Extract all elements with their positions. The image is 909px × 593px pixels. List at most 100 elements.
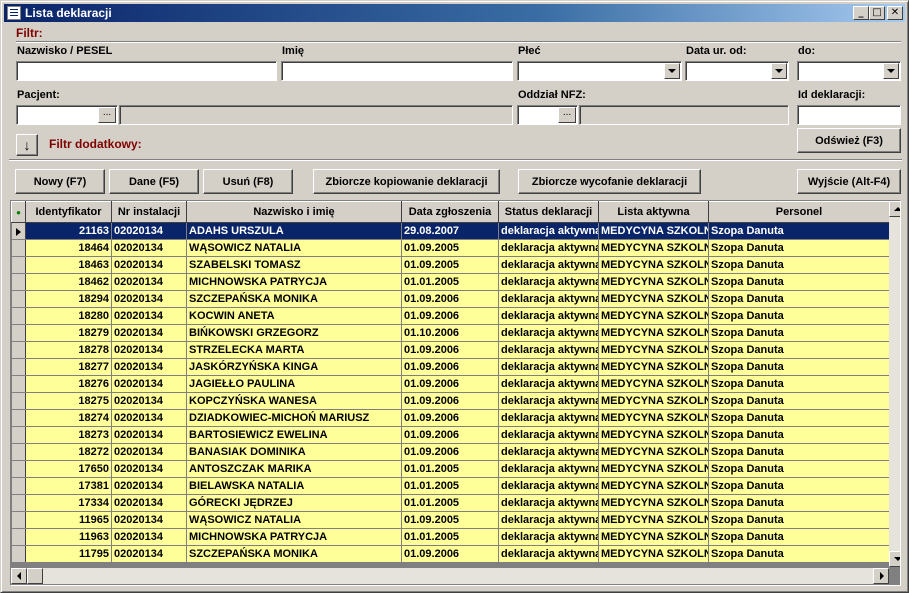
cell-identyfikator[interactable]: 18278 xyxy=(25,341,112,359)
cell-nazwisko[interactable]: MICHNOWSKA PATRYCJA xyxy=(186,528,402,546)
cell-nr-instalacji[interactable]: 02020134 xyxy=(111,426,187,444)
table-row[interactable]: 18463 02020134 SZABELSKI TOMASZ 01.09.2005 d… xyxy=(11,256,900,274)
cell-data-zgloszenia[interactable]: 01.01.2005 xyxy=(401,528,499,546)
maximize-button[interactable]: □ xyxy=(869,6,885,20)
cell-identyfikator[interactable]: 11963 xyxy=(25,528,112,546)
cell-data-zgloszenia[interactable]: 01.01.2005 xyxy=(401,273,499,291)
chevron-down-icon[interactable] xyxy=(664,63,680,79)
cell-data-zgloszenia[interactable]: 01.09.2005 xyxy=(401,256,499,274)
table-row[interactable]: 18277 02020134 JASKÓRZYŃSKA KINGA 01.09.200… xyxy=(11,358,900,376)
cell-data-zgloszenia[interactable]: 01.09.2006 xyxy=(401,358,499,376)
cell-nazwisko[interactable]: MICHNOWSKA PATRYCJA xyxy=(186,273,402,291)
cell-personel[interactable]: Szopa Danuta xyxy=(708,392,890,410)
table-row[interactable]: 18280 02020134 KOCWIN ANETA 01.09.2006 dekla… xyxy=(11,307,900,325)
table-row[interactable]: 17381 02020134 BIELAWSKA NATALIA 01.01.2005… xyxy=(11,477,900,495)
cell-personel[interactable]: Szopa Danuta xyxy=(708,222,890,240)
cell-status[interactable]: deklaracja aktywna xyxy=(498,375,599,393)
cell-lista-aktywna[interactable]: MEDYCYNA SZKOLNA xyxy=(598,341,709,359)
cell-personel[interactable]: Szopa Danuta xyxy=(708,528,890,546)
cell-nr-instalacji[interactable]: 02020134 xyxy=(111,528,187,546)
cell-nr-instalacji[interactable]: 02020134 xyxy=(111,222,187,240)
cell-personel[interactable]: Szopa Danuta xyxy=(708,375,890,393)
row-indicator[interactable] xyxy=(11,392,26,410)
refresh-button[interactable]: Odśwież (F3) xyxy=(797,128,901,153)
cell-personel[interactable]: Szopa Danuta xyxy=(708,239,890,257)
bulk-copy-button[interactable]: Zbiorcze kopiowanie deklaracji xyxy=(313,169,500,194)
row-indicator[interactable] xyxy=(11,222,26,240)
cell-identyfikator[interactable]: 18272 xyxy=(25,443,112,461)
cell-lista-aktywna[interactable]: MEDYCYNA SZKOLNA xyxy=(598,494,709,512)
data-do-select[interactable] xyxy=(797,61,901,81)
row-indicator[interactable] xyxy=(11,511,26,529)
cell-nazwisko[interactable]: KOPCZYŃSKA WANESA xyxy=(186,392,402,410)
title-bar[interactable]: Lista deklaracji _ □ ✕ xyxy=(4,4,905,22)
cell-status[interactable]: deklaracja aktywna xyxy=(498,545,599,563)
table-row[interactable]: 18279 02020134 BIŃKOWSKI GRZEGORZ 01.10.200… xyxy=(11,324,900,342)
cell-lista-aktywna[interactable]: MEDYCYNA SZKOLNA xyxy=(598,239,709,257)
cell-nazwisko[interactable]: STRZELECKA MARTA xyxy=(186,341,402,359)
cell-status[interactable]: deklaracja aktywna xyxy=(498,477,599,495)
cell-data-zgloszenia[interactable]: 01.10.2006 xyxy=(401,324,499,342)
plec-select[interactable] xyxy=(517,61,682,81)
cell-status[interactable]: deklaracja aktywna xyxy=(498,273,599,291)
row-indicator[interactable] xyxy=(11,443,26,461)
cell-personel[interactable]: Szopa Danuta xyxy=(708,290,890,308)
table-row[interactable]: 11963 02020134 MICHNOWSKA PATRYCJA 01.01.20… xyxy=(11,528,900,546)
row-indicator[interactable] xyxy=(11,545,26,563)
row-indicator[interactable] xyxy=(11,477,26,495)
cell-nazwisko[interactable]: ADAHS URSZULA xyxy=(186,222,402,240)
column-header[interactable]: Status deklaracji xyxy=(498,201,599,223)
cell-personel[interactable]: Szopa Danuta xyxy=(708,273,890,291)
cell-nazwisko[interactable]: KOCWIN ANETA xyxy=(186,307,402,325)
cell-nazwisko[interactable]: JAGIEŁŁO PAULINA xyxy=(186,375,402,393)
cell-nazwisko[interactable]: BANASIAK DOMINIKA xyxy=(186,443,402,461)
cell-status[interactable]: deklaracja aktywna xyxy=(498,392,599,410)
cell-nr-instalacji[interactable]: 02020134 xyxy=(111,273,187,291)
cell-nazwisko[interactable]: DZIADKOWIEC-MICHOŃ MARIUSZ xyxy=(186,409,402,427)
cell-status[interactable]: deklaracja aktywna xyxy=(498,409,599,427)
exit-button[interactable]: Wyjście (Alt-F4) xyxy=(797,169,901,194)
cell-nr-instalacji[interactable]: 02020134 xyxy=(111,511,187,529)
new-button[interactable]: Nowy (F7) xyxy=(15,169,105,194)
cell-personel[interactable]: Szopa Danuta xyxy=(708,511,890,529)
cell-nazwisko[interactable]: SZCZEPAŃSKA MONIKA xyxy=(186,545,402,563)
cell-data-zgloszenia[interactable]: 01.09.2006 xyxy=(401,341,499,359)
bulk-withdraw-button[interactable]: Zbiorcze wycofanie deklaracji xyxy=(518,169,701,194)
cell-nazwisko[interactable]: BARTOSIEWICZ EWELINA xyxy=(186,426,402,444)
table-row[interactable]: 18464 02020134 WĄSOWICZ NATALIA 01.09.2005 d… xyxy=(11,239,900,257)
cell-identyfikator[interactable]: 18463 xyxy=(25,256,112,274)
scroll-left-icon[interactable] xyxy=(11,568,27,584)
cell-personel[interactable]: Szopa Danuta xyxy=(708,324,890,342)
cell-lista-aktywna[interactable]: MEDYCYNA SZKOLNA xyxy=(598,358,709,376)
row-indicator[interactable] xyxy=(11,460,26,478)
cell-nr-instalacji[interactable]: 02020134 xyxy=(111,460,187,478)
table-row[interactable]: 17334 02020134 GÓRECKI JĘDRZEJ 01.01.2005 de… xyxy=(11,494,900,512)
cell-data-zgloszenia[interactable]: 01.01.2005 xyxy=(401,460,499,478)
cell-identyfikator[interactable]: 11795 xyxy=(25,545,112,563)
cell-identyfikator[interactable]: 17381 xyxy=(25,477,112,495)
cell-nr-instalacji[interactable]: 02020134 xyxy=(111,494,187,512)
row-indicator[interactable] xyxy=(11,290,26,308)
cell-data-zgloszenia[interactable]: 01.09.2005 xyxy=(401,239,499,257)
oddzial-lookup-button[interactable]: ... xyxy=(558,107,576,123)
column-header[interactable]: Nr instalacji xyxy=(111,201,187,223)
cell-status[interactable]: deklaracja aktywna xyxy=(498,290,599,308)
cell-nazwisko[interactable]: BIELAWSKA NATALIA xyxy=(186,477,402,495)
cell-nazwisko[interactable]: WĄSOWICZ NATALIA xyxy=(186,511,402,529)
cell-nazwisko[interactable]: JASKÓRZYŃSKA KINGA xyxy=(186,358,402,376)
cell-personel[interactable]: Szopa Danuta xyxy=(708,426,890,444)
row-indicator[interactable] xyxy=(11,426,26,444)
scroll-up-icon[interactable] xyxy=(889,201,900,217)
cell-nazwisko[interactable]: SZCZEPAŃSKA MONIKA xyxy=(186,290,402,308)
cell-nazwisko[interactable]: GÓRECKI JĘDRZEJ xyxy=(186,494,402,512)
column-header[interactable]: Data zgłoszenia xyxy=(401,201,499,223)
nazwisko-input[interactable] xyxy=(16,61,277,81)
cell-lista-aktywna[interactable]: MEDYCYNA SZKOLNA xyxy=(598,290,709,308)
cell-lista-aktywna[interactable]: MEDYCYNA SZKOLNA xyxy=(598,256,709,274)
cell-status[interactable]: deklaracja aktywna xyxy=(498,256,599,274)
cell-identyfikator[interactable]: 18273 xyxy=(25,426,112,444)
close-button[interactable]: ✕ xyxy=(887,6,903,20)
row-indicator[interactable] xyxy=(11,256,26,274)
cell-lista-aktywna[interactable]: MEDYCYNA SZKOLNA xyxy=(598,426,709,444)
pacjent-input[interactable]: ... xyxy=(16,105,118,125)
